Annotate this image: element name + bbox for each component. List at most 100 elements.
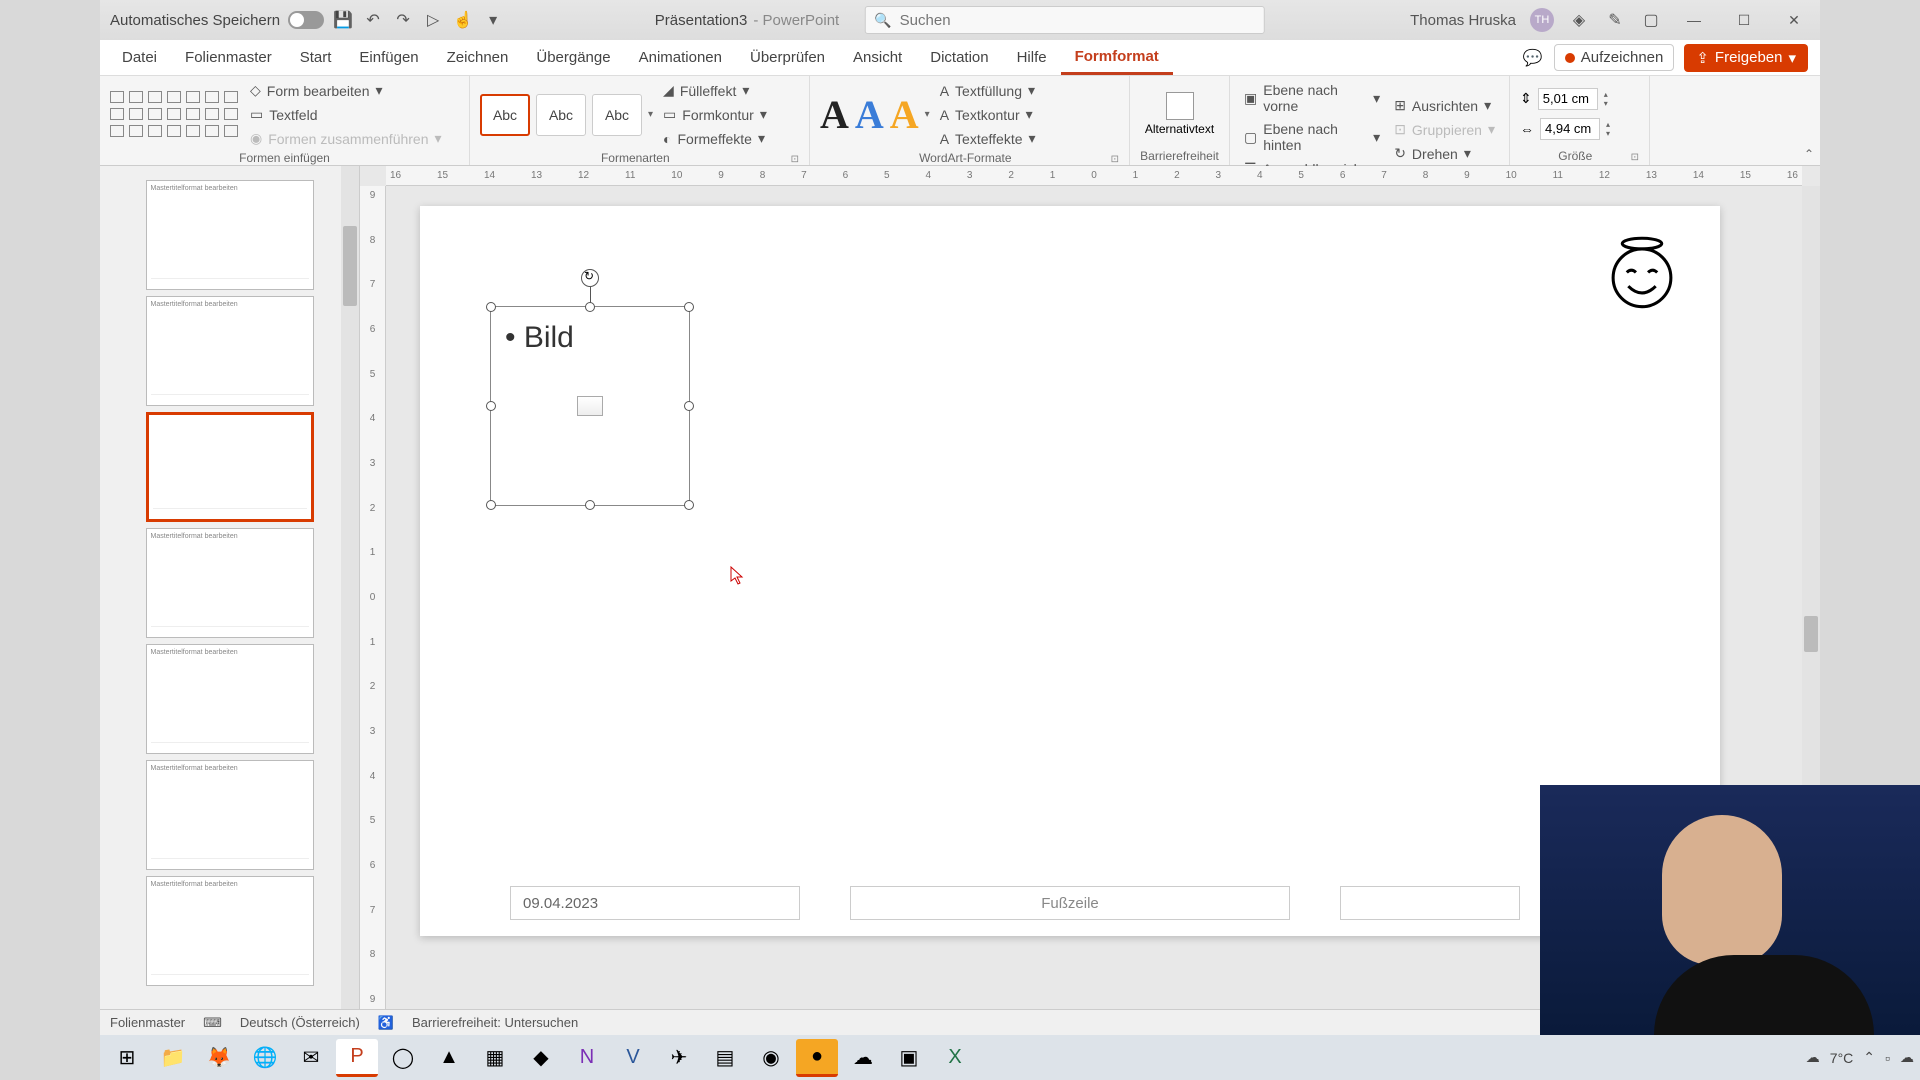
wordart-style-1[interactable]: A [820,91,849,138]
qat-dropdown-icon[interactable]: ▾ [482,9,504,31]
weather-icon[interactable]: ☁ [1806,1049,1820,1066]
style-preset-3[interactable]: Abc [592,94,642,136]
share-button[interactable]: ⇪ Freigeben ▾ [1684,44,1808,72]
tab-uebergaenge[interactable]: Übergänge [522,40,624,75]
resize-handle-nw[interactable] [486,302,496,312]
resize-handle-e[interactable] [684,401,694,411]
tab-datei[interactable]: Datei [108,40,171,75]
tab-animationen[interactable]: Animationen [625,40,736,75]
textbox-button[interactable]: ▭Textfeld [246,104,446,125]
tab-einfuegen[interactable]: Einfügen [345,40,432,75]
text-outline-button[interactable]: ATextkontur ▾ [936,104,1040,125]
text-effects-button[interactable]: ATexteffekte ▾ [936,128,1040,149]
record-button[interactable]: Aufzeichnen [1554,44,1675,71]
tab-start[interactable]: Start [286,40,346,75]
app-icon[interactable]: ▣ [888,1039,930,1077]
status-language[interactable]: Deutsch (Österreich) [240,1015,360,1030]
selected-placeholder[interactable]: Bild [490,306,690,506]
app-icon[interactable]: ▤ [704,1039,746,1077]
thumbnail-scrollbar[interactable] [341,166,359,1009]
dialog-launcher-icon[interactable]: ⊡ [1111,154,1119,165]
tab-hilfe[interactable]: Hilfe [1003,40,1061,75]
thumbnail-pane[interactable]: Mastertitelformat bearbeiten Mastertitel… [100,166,360,1009]
fill-button[interactable]: ◢Fülleffekt ▾ [659,80,771,101]
excel-icon[interactable]: X [934,1039,976,1077]
placeholder-text[interactable]: Bild [505,321,574,355]
resize-handle-ne[interactable] [684,302,694,312]
footer-center[interactable]: Fußzeile [850,886,1290,920]
status-mode[interactable]: Folienmaster [110,1015,185,1030]
bring-forward-button[interactable]: ▣Ebene nach vorne ▾ [1240,80,1384,116]
close-button[interactable]: ✕ [1776,4,1812,36]
layout-thumbnail[interactable]: Mastertitelformat bearbeiten [146,876,314,986]
resize-handle-w[interactable] [486,401,496,411]
from-beginning-icon[interactable]: ▷ [422,9,444,31]
layout-thumbnail[interactable]: Mastertitelformat bearbeiten [146,760,314,870]
text-fill-button[interactable]: ATextfüllung ▾ [936,80,1040,101]
undo-icon[interactable]: ↶ [362,9,384,31]
maximize-button[interactable]: ☐ [1726,4,1762,36]
footer-date[interactable]: 09.04.2023 [510,886,800,920]
tray-icon[interactable]: ☁ [1900,1049,1914,1066]
powerpoint-icon[interactable]: P [336,1039,378,1077]
search-input[interactable] [900,12,1257,29]
app-icon[interactable]: ● [796,1039,838,1077]
smiley-icon[interactable] [1604,236,1680,312]
rotate-button[interactable]: ↻Drehen ▾ [1390,143,1499,164]
redo-icon[interactable]: ↷ [392,9,414,31]
save-icon[interactable]: 💾 [332,9,354,31]
height-input[interactable] [1538,88,1598,110]
app-icon[interactable]: ◆ [520,1039,562,1077]
dialog-launcher-icon[interactable]: ⊡ [1631,152,1639,163]
explorer-icon[interactable]: 📁 [152,1039,194,1077]
start-button[interactable]: ⊞ [106,1039,148,1077]
resize-handle-s[interactable] [585,500,595,510]
resize-handle-se[interactable] [684,500,694,510]
telegram-icon[interactable]: ✈ [658,1039,700,1077]
discord-icon[interactable]: ☁ [842,1039,884,1077]
layout-thumbnail[interactable]: Mastertitelformat bearbeiten [146,180,314,290]
alt-text-button[interactable]: Alternativtext [1140,92,1219,136]
outlook-icon[interactable]: ✉ [290,1039,332,1077]
outline-button[interactable]: ▭Formkontur ▾ [659,104,771,125]
footer-number[interactable] [1340,886,1520,920]
obs-icon[interactable]: ◉ [750,1039,792,1077]
firefox-icon[interactable]: 🦊 [198,1039,240,1077]
shape-gallery[interactable] [110,91,240,139]
temperature[interactable]: 7°C [1830,1050,1854,1066]
window-mode-icon[interactable]: ▢ [1640,9,1662,31]
tray-icon[interactable]: ▫ [1885,1050,1890,1066]
tab-ueberpruefen[interactable]: Überprüfen [736,40,839,75]
resize-handle-sw[interactable] [486,500,496,510]
send-backward-button[interactable]: ▢Ebene nach hinten ▾ [1240,119,1384,155]
tab-formformat[interactable]: Formformat [1061,40,1173,75]
search-box[interactable]: 🔍 [865,6,1265,34]
effects-button[interactable]: ◐Formeffekte ▾ [659,128,771,149]
width-spinner[interactable]: ▴▾ [1606,120,1610,138]
height-spinner[interactable]: ▴▾ [1604,90,1608,108]
minimize-button[interactable]: — [1676,4,1712,36]
tab-folienmaster[interactable]: Folienmaster [171,40,286,75]
wordart-more-icon[interactable]: ▾ [925,109,930,120]
wordart-style-2[interactable]: A [855,91,884,138]
touch-mode-icon[interactable]: ☝ [452,9,474,31]
layout-thumbnail[interactable]: Mastertitelformat bearbeiten [146,644,314,754]
status-accessibility[interactable]: Barrierefreiheit: Untersuchen [412,1015,578,1030]
tray-chevron-icon[interactable]: ⌃ [1863,1049,1875,1066]
app-icon[interactable]: ▦ [474,1039,516,1077]
picture-placeholder-icon[interactable] [577,396,603,416]
tab-dictation[interactable]: Dictation [916,40,1002,75]
vlc-icon[interactable]: ▲ [428,1039,470,1077]
align-button[interactable]: ⊞Ausrichten ▾ [1390,95,1499,116]
edit-shape-button[interactable]: ◇Form bearbeiten ▾ [246,80,446,101]
rotate-handle[interactable] [581,269,599,287]
pen-icon[interactable]: ✎ [1604,9,1626,31]
chrome-icon[interactable]: 🌐 [244,1039,286,1077]
onenote-icon[interactable]: N [566,1039,608,1077]
collapse-ribbon-icon[interactable]: ⌃ [1804,147,1814,161]
layout-thumbnail[interactable]: Mastertitelformat bearbeiten [146,528,314,638]
wordart-style-3[interactable]: A [890,91,919,138]
visio-icon[interactable]: V [612,1039,654,1077]
autosave-toggle[interactable] [288,11,324,29]
width-input[interactable] [1540,118,1600,140]
